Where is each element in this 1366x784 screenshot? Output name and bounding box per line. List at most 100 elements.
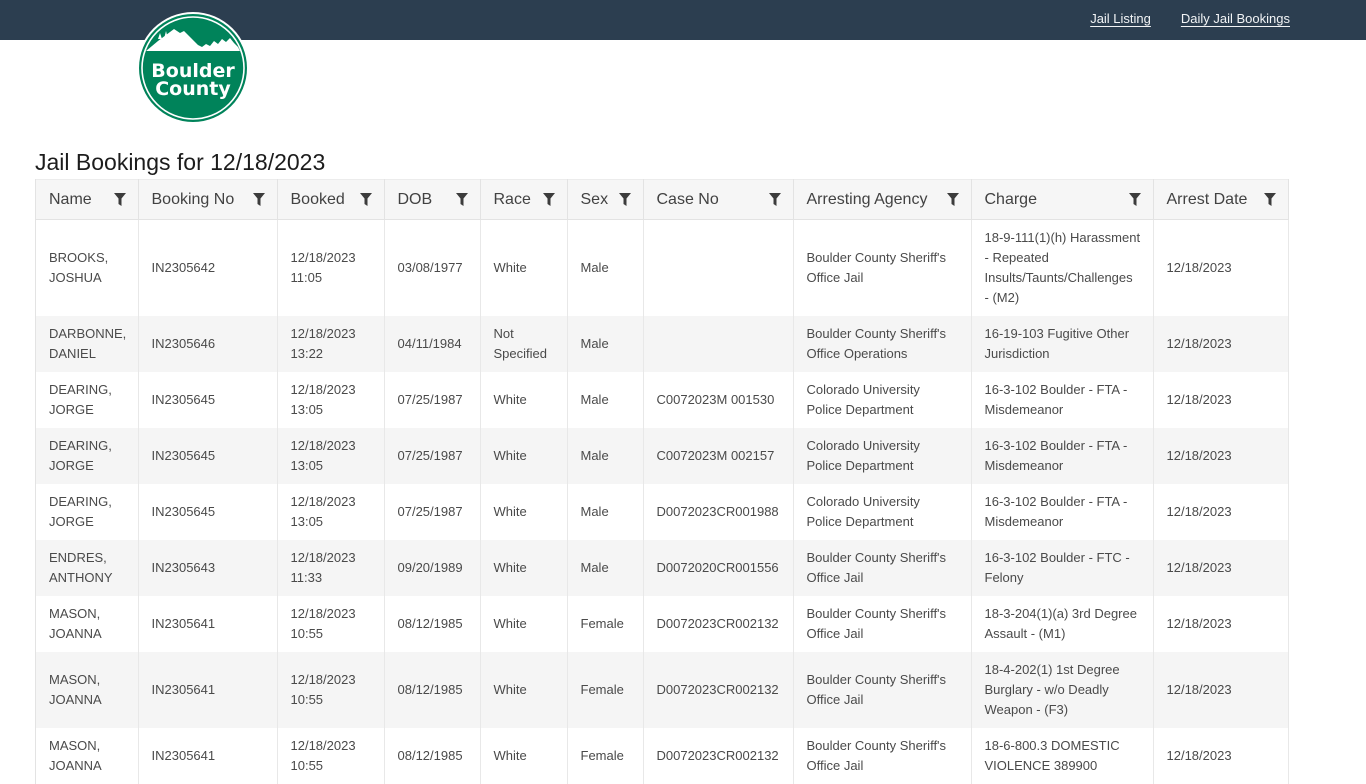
table-header-row: Name Booking No Booked DOB Race	[36, 180, 1288, 220]
cell-name: DEARING, JORGE	[36, 428, 138, 484]
table-row[interactable]: MASON, JOANNAIN230564112/18/2023 10:5508…	[36, 652, 1288, 728]
filter-icon[interactable]	[619, 193, 631, 206]
cell-charge: 16-3-102 Boulder - FTC - Felony	[971, 540, 1153, 596]
nav-link-jail-listing[interactable]: Jail Listing	[1090, 11, 1151, 26]
cell-arresting-agency: Colorado University Police Department	[793, 484, 971, 540]
cell-race: White	[480, 728, 567, 784]
cell-case-no: D0072023CR002132	[643, 652, 793, 728]
column-header-charge-label: Charge	[985, 191, 1037, 209]
cell-case-no	[643, 316, 793, 372]
cell-race: White	[480, 596, 567, 652]
cell-sex: Male	[567, 372, 643, 428]
table-row[interactable]: DEARING, JORGEIN230564512/18/2023 13:050…	[36, 484, 1288, 540]
cell-charge: 16-3-102 Boulder - FTA - Misdemeanor	[971, 484, 1153, 540]
table-row[interactable]: ENDRES, ANTHONYIN230564312/18/2023 11:33…	[36, 540, 1288, 596]
column-header-race-label: Race	[494, 191, 531, 209]
nav-link-daily-jail-bookings[interactable]: Daily Jail Bookings	[1181, 11, 1290, 26]
cell-sex: Male	[567, 220, 643, 317]
cell-arresting-agency: Colorado University Police Department	[793, 372, 971, 428]
table-row[interactable]: DARBONNE, DANIELIN230564612/18/2023 13:2…	[36, 316, 1288, 372]
cell-booked: 12/18/2023 13:05	[277, 428, 384, 484]
cell-name: MASON, JOANNA	[36, 596, 138, 652]
cell-case-no: D0072023CR001988	[643, 484, 793, 540]
filter-icon[interactable]	[360, 193, 372, 206]
cell-booking-no: IN2305641	[138, 652, 277, 728]
cell-arresting-agency: Boulder County Sheriff's Office Jail	[793, 540, 971, 596]
column-header-booked-label: Booked	[291, 191, 345, 209]
column-header-arresting-agency[interactable]: Arresting Agency	[793, 180, 971, 220]
cell-charge: 18-6-800.3 DOMESTIC VIOLENCE 389900	[971, 728, 1153, 784]
filter-icon[interactable]	[456, 193, 468, 206]
filter-icon[interactable]	[1264, 193, 1276, 206]
table-row[interactable]: MASON, JOANNAIN230564112/18/2023 10:5508…	[36, 728, 1288, 784]
cell-charge: 16-3-102 Boulder - FTA - Misdemeanor	[971, 372, 1153, 428]
bookings-grid: Name Booking No Booked DOB Race	[35, 179, 1287, 784]
cell-arresting-agency: Boulder County Sheriff's Office Jail	[793, 596, 971, 652]
cell-dob: 07/25/1987	[384, 372, 480, 428]
cell-booking-no: IN2305641	[138, 596, 277, 652]
column-header-case-no-label: Case No	[657, 191, 719, 209]
table-row[interactable]: BROOKS, JOSHUAIN230564212/18/2023 11:050…	[36, 220, 1288, 317]
cell-booking-no: IN2305645	[138, 484, 277, 540]
cell-booked: 12/18/2023 10:55	[277, 596, 384, 652]
column-header-arrest-date[interactable]: Arrest Date	[1153, 180, 1288, 220]
filter-icon[interactable]	[543, 193, 555, 206]
cell-case-no: D0072020CR001556	[643, 540, 793, 596]
cell-sex: Female	[567, 728, 643, 784]
column-header-arrest-date-label: Arrest Date	[1167, 191, 1248, 209]
cell-case-no: D0072023CR002132	[643, 728, 793, 784]
cell-arrest-date: 12/18/2023	[1153, 728, 1288, 784]
cell-booked: 12/18/2023 10:55	[277, 652, 384, 728]
column-header-dob[interactable]: DOB	[384, 180, 480, 220]
cell-arresting-agency: Boulder County Sheriff's Office Jail	[793, 652, 971, 728]
cell-charge: 18-3-204(1)(a) 3rd Degree Assault - (M1)	[971, 596, 1153, 652]
column-header-sex[interactable]: Sex	[567, 180, 643, 220]
cell-dob: 08/12/1985	[384, 596, 480, 652]
cell-name: BROOKS, JOSHUA	[36, 220, 138, 317]
filter-icon[interactable]	[947, 193, 959, 206]
table-row[interactable]: DEARING, JORGEIN230564512/18/2023 13:050…	[36, 428, 1288, 484]
column-header-sex-label: Sex	[581, 191, 609, 209]
cell-race: White	[480, 428, 567, 484]
logo-text-line2: County	[155, 78, 231, 100]
column-header-race[interactable]: Race	[480, 180, 567, 220]
cell-booking-no: IN2305643	[138, 540, 277, 596]
cell-booking-no: IN2305642	[138, 220, 277, 317]
boulder-county-logo[interactable]: Boulder County	[136, 11, 250, 125]
column-header-name-label: Name	[49, 191, 92, 209]
filter-icon[interactable]	[253, 193, 265, 206]
cell-race: White	[480, 484, 567, 540]
column-header-charge[interactable]: Charge	[971, 180, 1153, 220]
cell-booked: 12/18/2023 10:55	[277, 728, 384, 784]
cell-booking-no: IN2305645	[138, 428, 277, 484]
column-header-name[interactable]: Name	[36, 180, 138, 220]
cell-name: ENDRES, ANTHONY	[36, 540, 138, 596]
column-header-booking-no[interactable]: Booking No	[138, 180, 277, 220]
cell-sex: Male	[567, 316, 643, 372]
cell-charge: 16-19-103 Fugitive Other Jurisdiction	[971, 316, 1153, 372]
cell-name: DARBONNE, DANIEL	[36, 316, 138, 372]
cell-arrest-date: 12/18/2023	[1153, 372, 1288, 428]
cell-dob: 08/12/1985	[384, 652, 480, 728]
cell-sex: Female	[567, 596, 643, 652]
top-nav: Jail Listing Daily Jail Bookings	[1090, 11, 1290, 26]
cell-booked: 12/18/2023 11:05	[277, 220, 384, 317]
column-header-case-no[interactable]: Case No	[643, 180, 793, 220]
column-header-booked[interactable]: Booked	[277, 180, 384, 220]
cell-arrest-date: 12/18/2023	[1153, 316, 1288, 372]
filter-icon[interactable]	[114, 193, 126, 206]
cell-arrest-date: 12/18/2023	[1153, 596, 1288, 652]
cell-sex: Male	[567, 484, 643, 540]
table-row[interactable]: MASON, JOANNAIN230564112/18/2023 10:5508…	[36, 596, 1288, 652]
cell-race: White	[480, 652, 567, 728]
column-header-arresting-agency-label: Arresting Agency	[807, 191, 928, 209]
filter-icon[interactable]	[769, 193, 781, 206]
cell-sex: Male	[567, 428, 643, 484]
table-row[interactable]: DEARING, JORGEIN230564512/18/2023 13:050…	[36, 372, 1288, 428]
filter-icon[interactable]	[1129, 193, 1141, 206]
cell-case-no: C0072023M 002157	[643, 428, 793, 484]
cell-dob: 08/12/1985	[384, 728, 480, 784]
cell-charge: 18-4-202(1) 1st Degree Burglary - w/o De…	[971, 652, 1153, 728]
cell-booked: 12/18/2023 13:22	[277, 316, 384, 372]
cell-case-no: C0072023M 001530	[643, 372, 793, 428]
